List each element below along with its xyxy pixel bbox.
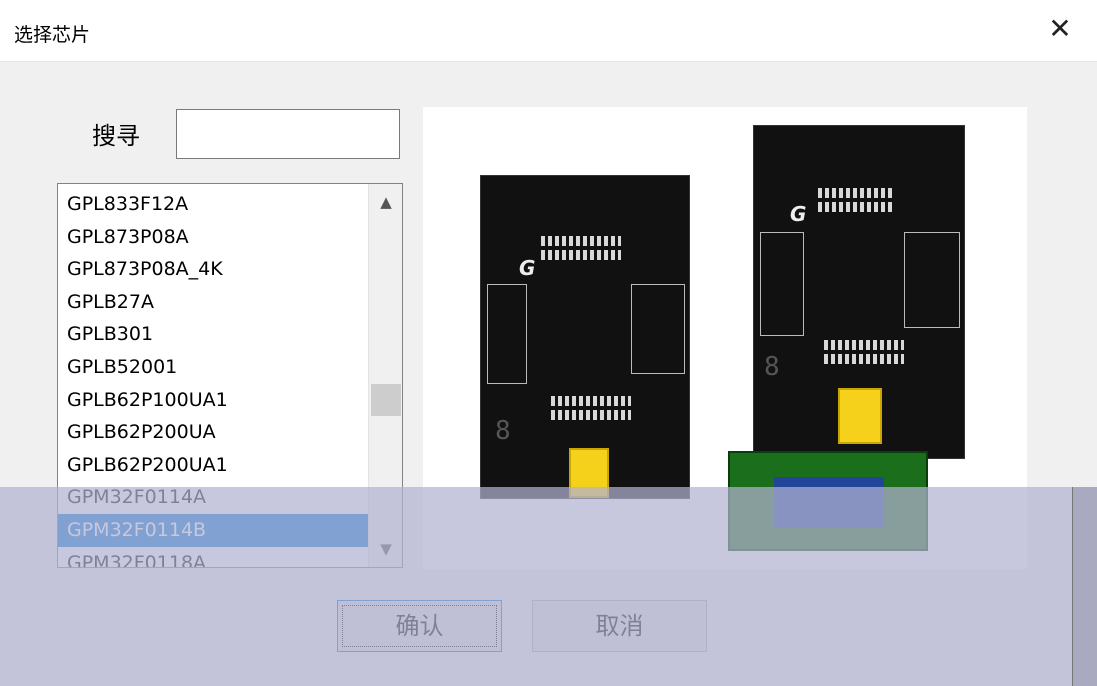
pin-header: [818, 202, 894, 212]
list-scrollbar[interactable]: ▲ ▼: [368, 184, 402, 567]
seven-segment-icon: 8: [764, 352, 780, 382]
zif-socket-icon: [838, 388, 882, 444]
chip-preview-image: G 8 G 8: [423, 107, 1027, 569]
scroll-down-icon[interactable]: ▼: [369, 535, 402, 563]
cancel-button[interactable]: 取消: [532, 600, 707, 652]
search-label: 搜寻: [92, 122, 140, 150]
chip-list-item[interactable]: GPLB52001: [58, 351, 368, 384]
board-label-block: [760, 232, 804, 336]
title-bar: 选择芯片 ✕: [0, 0, 1097, 62]
close-icon[interactable]: ✕: [1045, 14, 1075, 44]
chip-list-items: GPL833F12A GPL873P08A GPL873P08A_4K GPLB27A…: [58, 188, 368, 567]
chip-list-item[interactable]: GPL873P08A_4K: [58, 253, 368, 286]
board-label-block: [487, 284, 527, 384]
window-title: 选择芯片: [14, 24, 91, 46]
chip-list-item[interactable]: GPM32F0114A: [58, 481, 368, 514]
pin-header: [824, 354, 904, 364]
pin-header: [818, 188, 894, 198]
chip-list-item[interactable]: GPM32F0118A: [58, 547, 368, 567]
zif-socket-icon: [569, 448, 609, 498]
chip-list-item[interactable]: GPL873P08A: [58, 221, 368, 254]
background-window-edge: [1072, 487, 1097, 686]
pin-header: [541, 236, 621, 246]
board-label-block: [904, 232, 960, 328]
dev-board-image-right: G 8: [753, 125, 965, 459]
pin-header: [541, 250, 621, 260]
confirm-button[interactable]: 确认: [337, 600, 502, 652]
lcd-screen: [774, 477, 884, 527]
board-logo-icon: G: [519, 256, 536, 280]
chip-list-item[interactable]: GPLB62P200UA: [58, 416, 368, 449]
dev-board-image-left: G 8: [480, 175, 690, 499]
pin-header: [551, 410, 631, 420]
board-logo-icon: G: [790, 202, 807, 226]
board-label-block: [631, 284, 685, 374]
chip-list-item[interactable]: GPLB62P200UA1: [58, 449, 368, 482]
chip-list-item[interactable]: GPLB27A: [58, 286, 368, 319]
scroll-up-icon[interactable]: ▲: [369, 188, 402, 216]
lcd-module-icon: [728, 451, 928, 551]
chip-list-item[interactable]: GPLB301: [58, 318, 368, 351]
seven-segment-icon: 8: [495, 416, 511, 446]
chip-list-item[interactable]: GPLB62P100UA1: [58, 384, 368, 417]
chip-listbox[interactable]: GPL833F12A GPL873P08A GPL873P08A_4K GPLB27A…: [57, 183, 403, 568]
scroll-thumb[interactable]: [371, 384, 401, 416]
pin-header: [824, 340, 904, 350]
chip-list-item[interactable]: GPL833F12A: [58, 188, 368, 221]
pin-header: [551, 396, 631, 406]
focus-rect: [342, 605, 497, 647]
cancel-button-label: 取消: [595, 612, 644, 640]
chip-list-item[interactable]: GPM32F0114B: [58, 513, 368, 547]
dialog-footer: 确认 取消: [0, 568, 1097, 686]
search-input[interactable]: [176, 109, 400, 159]
